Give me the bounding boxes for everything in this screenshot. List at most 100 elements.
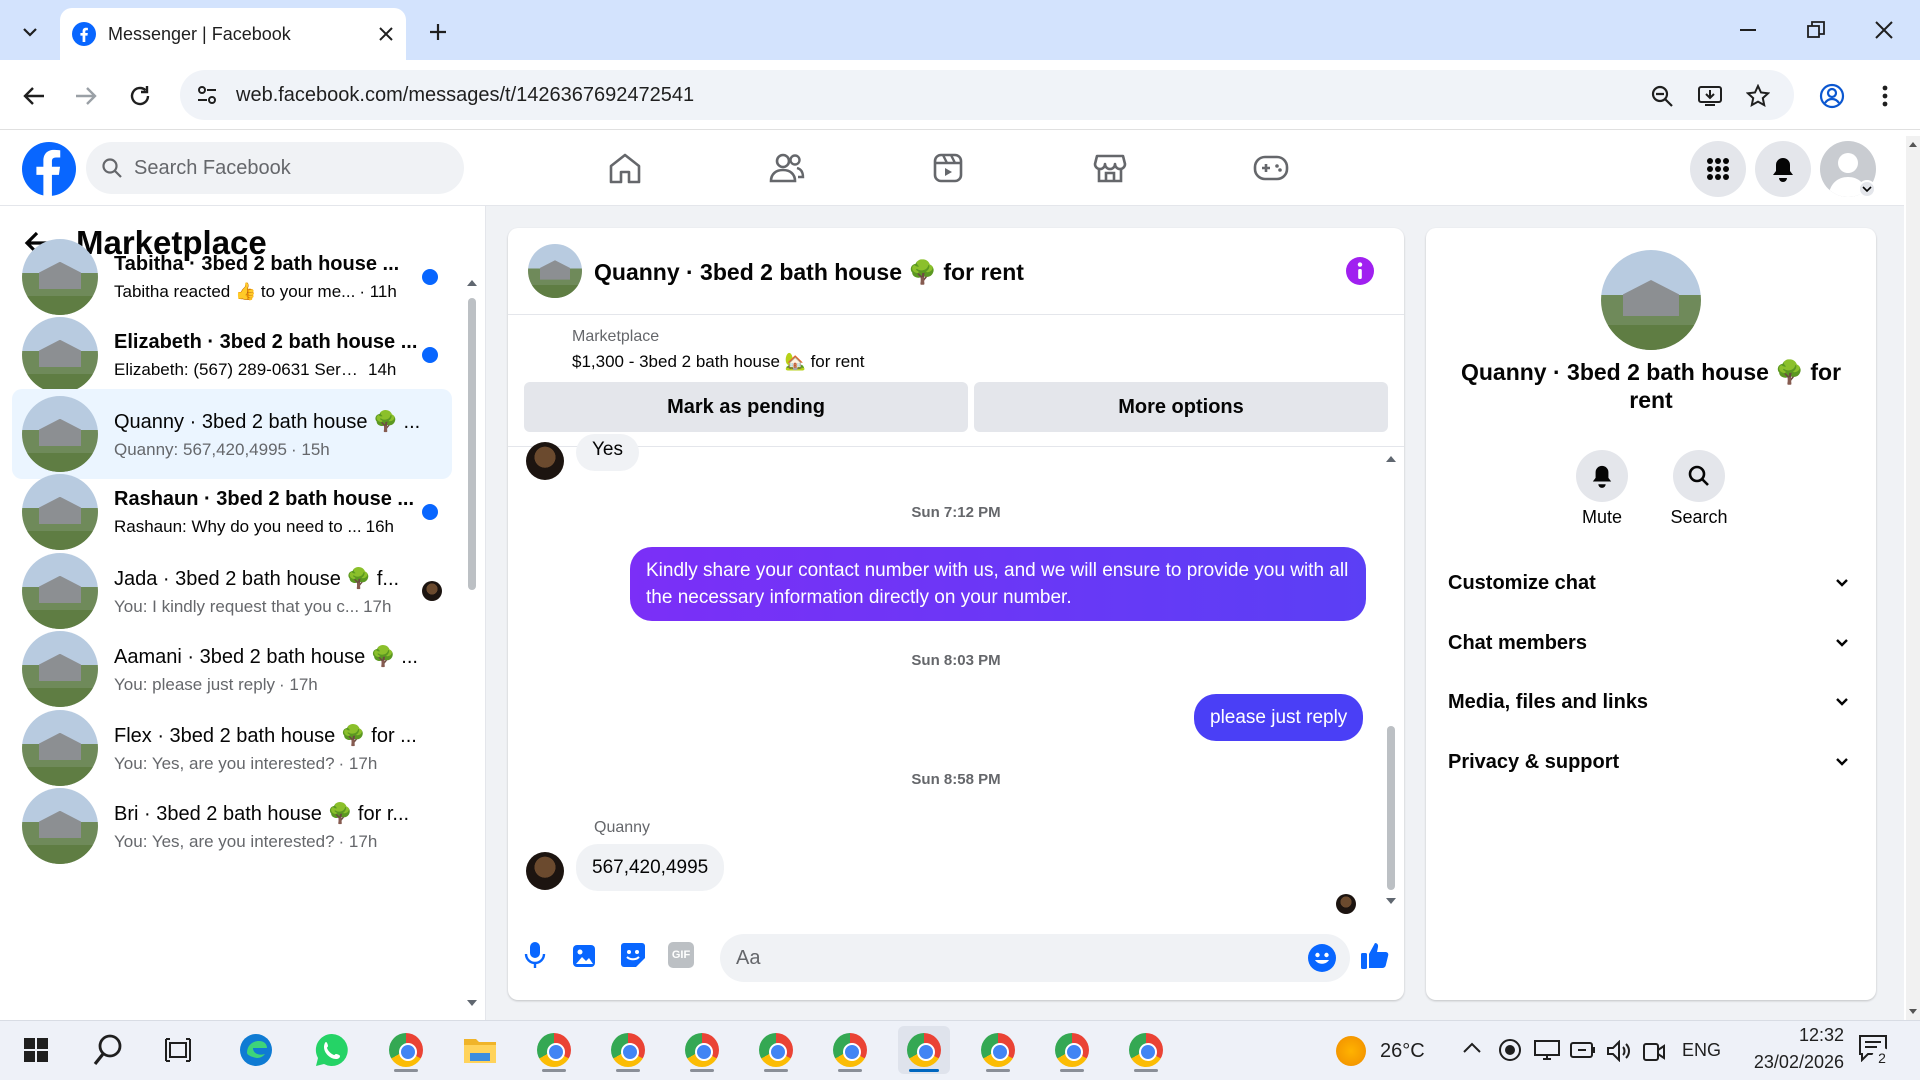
meet-now-icon[interactable] — [1642, 1040, 1666, 1062]
clock-date[interactable]: 23/02/2026 — [1724, 1052, 1844, 1073]
message-input[interactable]: Aa — [720, 934, 1350, 982]
mute-button[interactable] — [1576, 450, 1628, 502]
conversation-preview: Rashaun: Why do you need to ... — [114, 516, 362, 536]
incoming-message[interactable]: Yes — [576, 434, 639, 471]
chrome-icon[interactable] — [380, 1026, 432, 1074]
listing-description[interactable]: $1,300 - 3bed 2 bath house 🏡 for rent — [572, 352, 864, 372]
minimize-window-icon[interactable] — [1726, 12, 1770, 48]
sticker-icon[interactable] — [620, 942, 646, 968]
notification-count-badge: 2 — [1872, 1048, 1892, 1068]
chrome-icon[interactable] — [1046, 1026, 1098, 1074]
battery-icon[interactable] — [1570, 1042, 1596, 1058]
clock-time[interactable]: 12:32 — [1744, 1025, 1844, 1046]
conversation-item[interactable]: Quanny · 3bed 2 bath house 🌳 ... Quanny: … — [12, 389, 452, 479]
edge-browser-icon[interactable] — [230, 1026, 282, 1074]
outgoing-message[interactable]: Kindly share your contact number with us… — [630, 547, 1366, 621]
address-bar[interactable]: web.facebook.com/messages/t/142636769247… — [180, 70, 1794, 120]
zoom-icon[interactable] — [1644, 78, 1680, 114]
profile-icon[interactable] — [1814, 78, 1850, 114]
mark-as-pending-button[interactable]: Mark as pending — [524, 382, 968, 432]
tab-search-chevron-icon[interactable] — [12, 14, 48, 50]
file-explorer-icon[interactable] — [454, 1026, 506, 1074]
bookmark-star-icon[interactable] — [1740, 78, 1776, 114]
network-icon[interactable] — [1534, 1040, 1560, 1060]
chevron-down-icon — [1836, 639, 1848, 647]
chrome-icon[interactable] — [602, 1026, 654, 1074]
divider — [508, 314, 1404, 315]
gif-icon[interactable]: GIF — [668, 942, 694, 968]
chat-header-avatar[interactable] — [528, 244, 582, 298]
chrome-icon[interactable] — [1120, 1026, 1172, 1074]
nav-home-icon[interactable] — [603, 148, 647, 188]
facebook-favicon-icon — [72, 22, 96, 46]
media-files-links-section[interactable]: Media, files and links — [1448, 682, 1848, 722]
chrome-icon[interactable] — [824, 1026, 876, 1074]
weather-sun-icon[interactable] — [1336, 1036, 1366, 1066]
conversation-item[interactable]: Rashaun · 3bed 2 bath house ... Rashaun: … — [12, 467, 452, 557]
message-placeholder: Aa — [736, 946, 761, 969]
chat-members-section[interactable]: Chat members — [1448, 623, 1848, 663]
site-settings-icon[interactable] — [196, 85, 218, 105]
conversation-item[interactable]: Elizabeth · 3bed 2 bath house ... Elizabe… — [12, 310, 452, 400]
more-options-button[interactable]: More options — [974, 382, 1388, 432]
nav-friends-icon[interactable] — [765, 148, 809, 188]
conversation-avatar — [22, 317, 98, 393]
photo-icon[interactable] — [572, 942, 596, 968]
conversation-item[interactable]: Tabitha · 3bed 2 bath house ... Tabitha r… — [12, 232, 452, 322]
privacy-support-section[interactable]: Privacy & support — [1448, 742, 1848, 782]
browser-menu-icon[interactable] — [1870, 78, 1900, 114]
notifications-button[interactable] — [1755, 141, 1811, 197]
search-in-chat-button[interactable] — [1673, 450, 1725, 502]
close-window-icon[interactable] — [1862, 12, 1906, 48]
chrome-icon[interactable] — [750, 1026, 802, 1074]
reload-icon[interactable] — [120, 76, 160, 116]
volume-icon[interactable] — [1606, 1040, 1632, 1062]
windows-start-icon[interactable] — [10, 1026, 62, 1074]
show-hidden-icons-chevron-icon[interactable] — [1462, 1040, 1482, 1054]
emoji-icon[interactable] — [1308, 944, 1336, 972]
chrome-icon[interactable] — [528, 1026, 580, 1074]
section-label: Privacy & support — [1448, 750, 1620, 773]
chrome-icon[interactable] — [676, 1026, 728, 1074]
conversation-item[interactable]: Jada · 3bed 2 bath house 🌳 f... You: I ki… — [12, 546, 452, 636]
outgoing-message[interactable]: please just reply — [1194, 694, 1364, 741]
forward-arrow-icon[interactable] — [66, 76, 106, 116]
browser-tab[interactable]: Messenger | Facebook — [60, 8, 406, 60]
conversation-item[interactable]: Aamani · 3bed 2 bath house 🌳 ... You: ple… — [12, 624, 452, 714]
microphone-icon[interactable] — [524, 941, 546, 969]
weather-temp[interactable]: 26°C — [1380, 1040, 1425, 1063]
menu-grid-button[interactable] — [1690, 141, 1746, 197]
contact-avatar[interactable] — [526, 852, 564, 890]
customize-chat-section[interactable]: Customize chat — [1448, 563, 1848, 603]
nav-gaming-icon[interactable] — [1249, 148, 1293, 188]
nav-video-icon[interactable] — [926, 148, 970, 188]
info-avatar[interactable] — [1601, 250, 1701, 350]
facebook-search-input[interactable]: Search Facebook — [86, 142, 464, 194]
new-tab-plus-icon[interactable] — [420, 14, 456, 50]
install-app-icon[interactable] — [1692, 78, 1728, 114]
input-language[interactable]: ENG — [1682, 1040, 1721, 1061]
sidebar-scrollbar[interactable] — [466, 274, 478, 1012]
facebook-logo-icon[interactable] — [22, 142, 76, 196]
chat-scrollbar[interactable] — [1384, 450, 1398, 910]
contact-avatar[interactable] — [526, 442, 564, 480]
back-arrow-icon[interactable] — [14, 76, 54, 116]
task-view-icon[interactable] — [152, 1026, 204, 1074]
url-text: web.facebook.com/messages/t/142636769247… — [236, 83, 695, 106]
conversation-item[interactable]: Flex · 3bed 2 bath house 🌳 for ... You: Y… — [12, 703, 452, 793]
info-icon[interactable] — [1346, 257, 1374, 285]
page-scrollbar[interactable] — [1906, 136, 1920, 1020]
record-icon[interactable] — [1498, 1038, 1522, 1062]
conversation-item[interactable]: Bri · 3bed 2 bath house 🌳 for r... You: Y… — [12, 781, 452, 871]
chat-title[interactable]: Quanny · 3bed 2 bath house 🌳 for rent — [594, 259, 1024, 286]
thumbs-up-icon[interactable] — [1360, 941, 1390, 971]
chrome-icon[interactable] — [972, 1026, 1024, 1074]
chrome-icon-active[interactable] — [898, 1026, 950, 1074]
whatsapp-icon[interactable] — [306, 1026, 358, 1074]
nav-marketplace-icon[interactable] — [1088, 148, 1132, 188]
account-chevron-icon[interactable] — [1858, 180, 1876, 198]
taskbar-search-icon[interactable] — [82, 1026, 134, 1074]
restore-window-icon[interactable] — [1794, 12, 1838, 48]
incoming-message[interactable]: 567,420,4995 — [576, 844, 725, 891]
tab-close-icon[interactable] — [378, 26, 394, 42]
